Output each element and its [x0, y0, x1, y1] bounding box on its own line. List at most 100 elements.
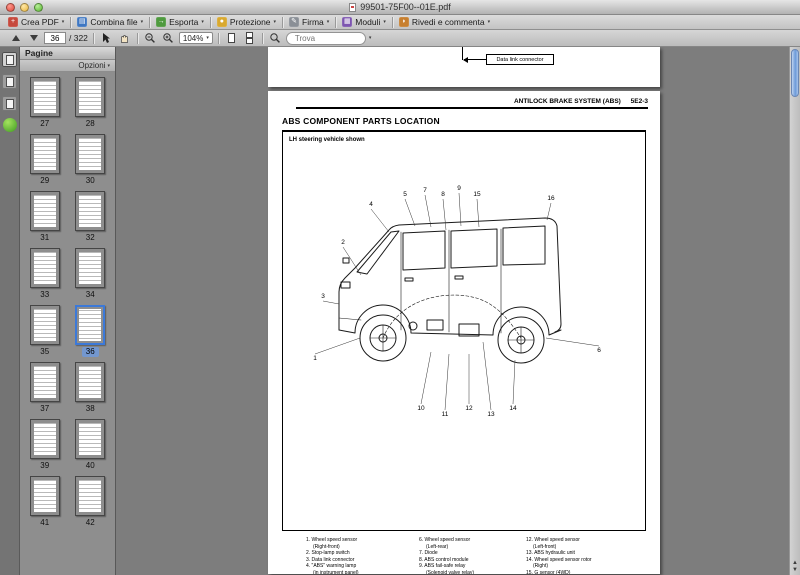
page-header: ANTILOCK BRAKE SYSTEM (ABS) 5E2-3: [296, 98, 648, 105]
thumbnail-page-image[interactable]: [30, 476, 60, 516]
page-thumbnail-28[interactable]: 28: [68, 77, 114, 129]
section-title: ABS COMPONENT PARTS LOCATION: [282, 116, 646, 126]
toolbar-separator: [210, 17, 211, 28]
chevron-down-icon: ▾: [107, 63, 110, 69]
thumbnail-page-image[interactable]: [75, 191, 105, 231]
thumbnail-page-number: 30: [86, 176, 95, 186]
thumbnail-page-number: 39: [40, 461, 49, 471]
thumbnail-page-number: 35: [40, 347, 49, 357]
page-thumbnail-41[interactable]: 41: [22, 476, 68, 528]
close-window-button[interactable]: [6, 3, 15, 12]
page-thumbnail-36[interactable]: 36: [68, 305, 114, 357]
toolbar-separator: [149, 17, 150, 28]
export-button[interactable]: →Esporta▾: [152, 16, 208, 29]
review-comment-button[interactable]: ◗Rivedi e commenta▾: [395, 16, 494, 29]
forms-button[interactable]: ▦Moduli▾: [338, 16, 390, 29]
zoom-out-button[interactable]: [143, 32, 158, 45]
toolbar-button-label: Firma: [302, 17, 324, 27]
next-page-button[interactable]: [26, 32, 41, 45]
document-area[interactable]: Data link connector ANTILOCK BRAKE SYSTE…: [116, 47, 789, 575]
thumbnail-page-image[interactable]: [30, 191, 60, 231]
page-total-label: / 322: [69, 33, 88, 43]
sign-button[interactable]: ✎Firma▾: [285, 16, 333, 29]
dropdown-arrow-icon: ▾: [274, 19, 277, 25]
options-menu-button[interactable]: Opzioni ▾: [20, 60, 115, 72]
toolbar-separator: [218, 33, 219, 44]
protection-button[interactable]: ●Protezione▾: [213, 16, 280, 29]
thumbnail-page-image[interactable]: [75, 77, 105, 117]
page-thumbnail-29[interactable]: 29: [22, 134, 68, 186]
scrollbar-thumb[interactable]: [791, 49, 799, 97]
thumbnail-page-image[interactable]: [75, 305, 105, 345]
page-thumbnail-33[interactable]: 33: [22, 248, 68, 300]
thumbnail-page-image[interactable]: [75, 248, 105, 288]
vertical-scrollbar[interactable]: ▲ ▼: [789, 47, 800, 575]
zoom-level-dropdown[interactable]: 104% ▾: [179, 32, 213, 44]
main-toolbar: +Crea PDF▾ ▤Combina file▾ →Esporta▾ ●Protez…: [0, 15, 800, 30]
thumbnail-page-number: 42: [86, 518, 95, 528]
select-tool-button[interactable]: [99, 32, 114, 45]
thumbnail-page-number: 31: [40, 233, 49, 243]
thumbnail-page-number: 27: [40, 119, 49, 129]
toolbar-separator: [335, 17, 336, 28]
pages-panel-button[interactable]: [2, 52, 17, 67]
minimize-window-button[interactable]: [20, 3, 29, 12]
previous-page-fragment: Data link connector: [268, 47, 660, 87]
thumbnail-page-image[interactable]: [75, 134, 105, 174]
page-thumbnail-39[interactable]: 39: [22, 419, 68, 471]
review-comment-icon: ◗: [399, 17, 409, 27]
callout-number: 7: [423, 187, 427, 194]
page-thumbnail-38[interactable]: 38: [68, 362, 114, 414]
page-thumbnail-32[interactable]: 32: [68, 191, 114, 243]
previous-page-button[interactable]: [8, 32, 23, 45]
content-region: Pagine Opzioni ▾ 27282930313233343536373…: [0, 47, 800, 575]
continuous-view-button[interactable]: [242, 32, 257, 45]
nav-toolbar: / 322 104% ▾: [0, 30, 800, 47]
find-input[interactable]: [286, 32, 366, 45]
pages-panel: Pagine Opzioni ▾ 27282930313233343536373…: [20, 47, 116, 575]
acrobat-window: 99501-75F00--01E.pdf +Crea PDF▾▤Combina …: [0, 0, 800, 575]
callout-number: 13: [487, 411, 495, 418]
howto-panel-button[interactable]: [3, 118, 17, 132]
thumbnail-page-image[interactable]: [75, 419, 105, 459]
bookmarks-panel-button[interactable]: [2, 74, 17, 89]
page-thumbnail-27[interactable]: 27: [22, 77, 68, 129]
zoom-in-button[interactable]: [161, 32, 176, 45]
toolbar-separator: [262, 33, 263, 44]
find-options-dropdown[interactable]: ▾: [369, 35, 372, 41]
scroll-down-button[interactable]: ▼: [792, 567, 798, 573]
page-thumbnail-31[interactable]: 31: [22, 191, 68, 243]
find-icon: [268, 32, 283, 45]
page-thumbnail-35[interactable]: 35: [22, 305, 68, 357]
thumbnail-page-number: 41: [40, 518, 49, 528]
page-thumbnail-37[interactable]: 37: [22, 362, 68, 414]
parts-list-item: 15. G sensor (4WD): [526, 570, 646, 575]
parts-column-2: 6. Wheel speed sensor(Left-rear)7. Diode…: [419, 537, 526, 574]
thumbnail-page-number: 29: [40, 176, 49, 186]
combine-files-button[interactable]: ▤Combina file▾: [73, 16, 147, 29]
pdf-doc-icon: [349, 3, 356, 12]
signatures-panel-button[interactable]: [2, 96, 17, 111]
toolbar-separator: [70, 17, 71, 28]
thumbnail-page-image[interactable]: [30, 362, 60, 402]
page-thumbnail-34[interactable]: 34: [68, 248, 114, 300]
page-thumbnail-30[interactable]: 30: [68, 134, 114, 186]
thumbnail-page-image[interactable]: [75, 476, 105, 516]
create-pdf-button[interactable]: +Crea PDF▾: [4, 16, 68, 29]
hand-tool-button[interactable]: [117, 32, 132, 45]
thumbnail-page-image[interactable]: [30, 305, 60, 345]
thumbnail-page-image[interactable]: [30, 419, 60, 459]
zoom-window-button[interactable]: [34, 3, 43, 12]
thumbnail-page-image[interactable]: [75, 362, 105, 402]
thumbnail-page-number: 36: [82, 347, 99, 357]
single-page-view-button[interactable]: [224, 32, 239, 45]
dropdown-arrow-icon: ▾: [141, 19, 144, 25]
page-number-input[interactable]: [44, 32, 66, 44]
page-thumbnail-40[interactable]: 40: [68, 419, 114, 471]
thumbnail-page-image[interactable]: [30, 134, 60, 174]
thumbnail-page-image[interactable]: [30, 77, 60, 117]
thumbnail-page-image[interactable]: [30, 248, 60, 288]
callout-number: 15: [473, 191, 481, 198]
scroll-up-button[interactable]: ▲: [792, 560, 798, 566]
page-thumbnail-42[interactable]: 42: [68, 476, 114, 528]
